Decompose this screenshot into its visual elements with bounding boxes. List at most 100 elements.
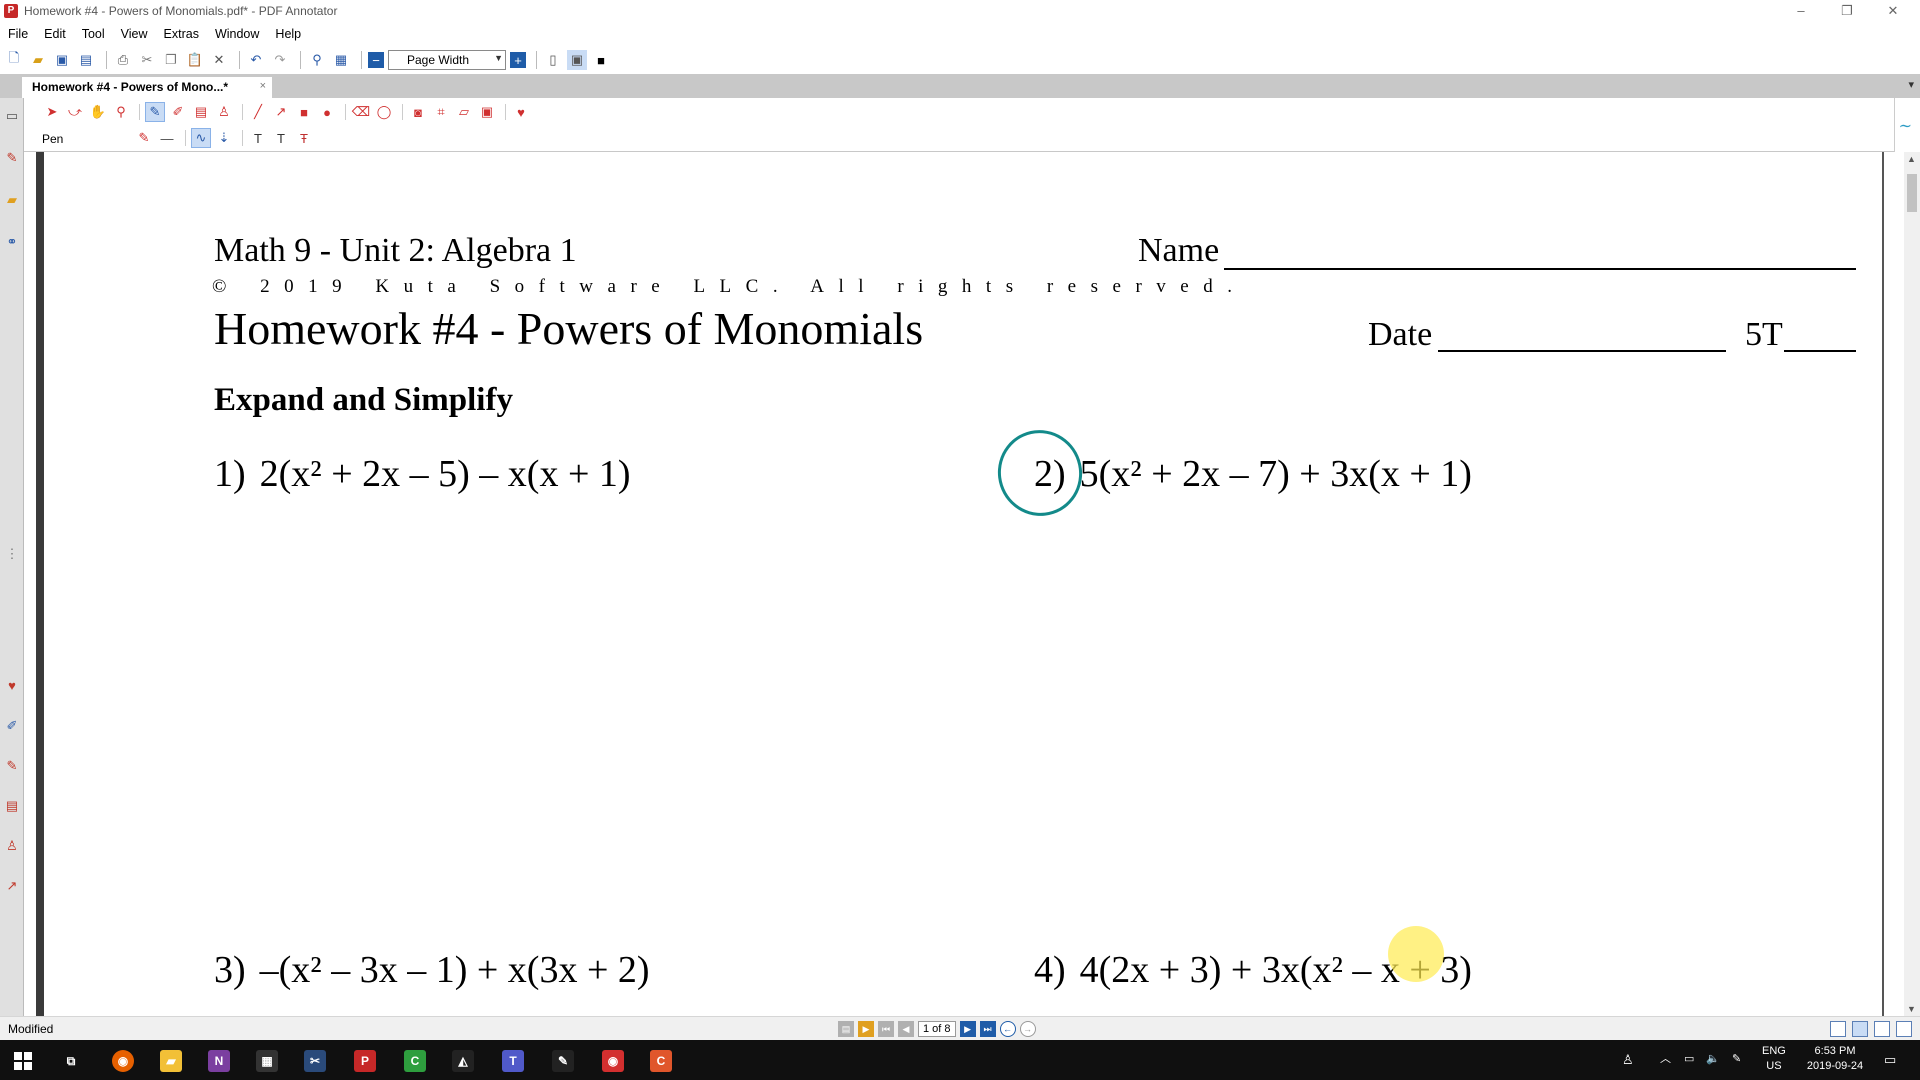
rectangle-icon[interactable]: ■	[294, 102, 314, 122]
menu-extras[interactable]: Extras	[156, 27, 207, 41]
text-insert-icon[interactable]: T	[271, 128, 291, 148]
first-page-icon[interactable]: ⏮	[878, 1021, 894, 1037]
pen-tool-icon[interactable]: ✐	[4, 718, 20, 734]
recent-view-icon[interactable]: ▤	[838, 1021, 854, 1037]
show-hidden-icons[interactable]: ︿	[1660, 1052, 1671, 1067]
annotation-nav-icon[interactable]: ▶	[858, 1021, 874, 1037]
menu-edit[interactable]: Edit	[36, 27, 74, 41]
snipping-tool-icon[interactable]: ✂	[304, 1050, 326, 1072]
teams-icon[interactable]: T	[502, 1050, 524, 1072]
pdf-annotator-taskbar-icon[interactable]: P	[354, 1050, 376, 1072]
fullscreen-icon[interactable]: ■	[591, 50, 611, 70]
new-document-icon[interactable]: 🗋	[4, 50, 24, 70]
lasso-icon[interactable]: ◯	[374, 102, 394, 122]
camtasia-icon[interactable]: C	[404, 1050, 426, 1072]
find-icon[interactable]: ⚲	[307, 50, 327, 70]
single-page-icon[interactable]: ▯	[543, 50, 563, 70]
single-page-view-icon[interactable]	[1830, 1021, 1846, 1037]
delete-icon[interactable]: ✕	[209, 50, 229, 70]
open-folder-icon[interactable]: ▰	[28, 50, 48, 70]
snapshot-icon[interactable]: ◙	[408, 102, 428, 122]
file-explorer-icon[interactable]: ▰	[160, 1050, 182, 1072]
last-page-icon[interactable]: ⏭	[979, 1021, 996, 1037]
pen-workspace-icon[interactable]: ✎	[1732, 1052, 1741, 1067]
smooth-line-icon[interactable]: ∿	[191, 128, 211, 148]
next-page-icon[interactable]: ▶	[959, 1021, 976, 1037]
crop-icon[interactable]: ⌗	[431, 102, 451, 122]
text-strikeout-icon[interactable]: Ŧ	[294, 128, 314, 148]
zoom-select[interactable]: Page Width ▼	[388, 50, 506, 70]
redo-icon[interactable]: ↷	[270, 50, 290, 70]
properties-icon[interactable]: ▦	[331, 50, 351, 70]
notifications-icon[interactable]: ▭	[1884, 1052, 1896, 1067]
arrow-icon[interactable]: ↗	[271, 102, 291, 122]
photos-icon[interactable]: ◭	[452, 1050, 474, 1072]
select-icon[interactable]: ➤	[42, 102, 62, 122]
page-indicator[interactable]: 1 of 8	[918, 1021, 956, 1037]
previous-page-icon[interactable]: ◀	[898, 1021, 914, 1037]
ellipse-icon[interactable]: ●	[317, 102, 337, 122]
minimize-button[interactable]: –	[1778, 0, 1824, 22]
continuous-view-icon[interactable]	[1852, 1021, 1868, 1037]
line-icon[interactable]: ╱	[248, 102, 268, 122]
stamp-icon[interactable]: ♙	[214, 102, 234, 122]
text-box-icon[interactable]: ▤	[191, 102, 211, 122]
scroll-thumb[interactable]	[1907, 174, 1917, 212]
favorites-heart-icon[interactable]: ♥	[4, 678, 20, 694]
scroll-down-icon[interactable]: ▼	[1907, 1004, 1916, 1014]
fit-page-icon[interactable]: ▣	[567, 50, 587, 70]
whiteboard-icon[interactable]: ✎	[552, 1050, 574, 1072]
network-icon[interactable]: ▭	[1684, 1052, 1694, 1067]
arrow-tool-icon[interactable]: ↗	[4, 878, 20, 894]
select-text-icon[interactable]: ⤻	[65, 102, 85, 122]
save-icon[interactable]: ▣	[52, 50, 72, 70]
close-button[interactable]: ✕	[1870, 0, 1916, 22]
windows-start-icon[interactable]	[14, 1052, 32, 1070]
vertical-scrollbar[interactable]: ▲ ▼	[1904, 152, 1920, 1016]
ruler-icon[interactable]: ▱	[454, 102, 474, 122]
favorites-icon[interactable]: ♥	[511, 102, 531, 122]
calculator-icon[interactable]: ▦	[256, 1050, 278, 1072]
zoom-icon[interactable]: ⚲	[111, 102, 131, 122]
screen-recorder-icon[interactable]: ◉	[602, 1050, 624, 1072]
copy-icon[interactable]: ❐	[161, 50, 181, 70]
panel-grip-icon[interactable]: ⋮	[4, 546, 20, 562]
person-icon[interactable]: ♙	[1622, 1052, 1634, 1067]
two-page-view-icon[interactable]	[1874, 1021, 1890, 1037]
hand-icon[interactable]: ✋	[88, 102, 108, 122]
menu-help[interactable]: Help	[267, 27, 309, 41]
paste-icon[interactable]: 📋	[185, 50, 205, 70]
firefox-icon[interactable]: ◉	[112, 1050, 134, 1072]
scroll-up-icon[interactable]: ▲	[1907, 154, 1916, 164]
folder-icon[interactable]: ▰	[4, 192, 20, 208]
undo-icon[interactable]: ↶	[246, 50, 266, 70]
clock[interactable]: 6:53 PM 2019-09-24	[1800, 1044, 1870, 1074]
pen-icon[interactable]: ✎	[145, 102, 165, 122]
text-underline-icon[interactable]: T	[248, 128, 268, 148]
pen-color-icon[interactable]: ✎	[134, 128, 154, 148]
attachment-icon[interactable]: ⚭	[4, 234, 20, 250]
stamp-tool-icon[interactable]: ♙	[4, 838, 20, 854]
text-box-tool-icon[interactable]: ▤	[4, 798, 20, 814]
language-indicator[interactable]: ENG US	[1762, 1044, 1786, 1074]
task-view-icon[interactable]: ⧉	[60, 1050, 82, 1072]
cut-icon[interactable]: ✂	[137, 50, 157, 70]
zoom-in-icon[interactable]: +	[510, 52, 526, 68]
pressure-icon[interactable]: ⇣	[214, 128, 234, 148]
back-icon[interactable]: ←	[999, 1021, 1016, 1037]
highlighter-icon[interactable]: ✐	[168, 102, 188, 122]
two-page-continuous-icon[interactable]	[1896, 1021, 1912, 1037]
save-as-icon[interactable]: ▤	[76, 50, 96, 70]
menu-window[interactable]: Window	[207, 27, 267, 41]
volume-icon[interactable]: 🔈	[1706, 1052, 1720, 1067]
tab-homework-4[interactable]: Homework #4 - Powers of Mono...* ×	[22, 77, 272, 98]
menu-view[interactable]: View	[113, 27, 156, 41]
onenote-icon[interactable]: N	[208, 1050, 230, 1072]
tab-list-icon[interactable]: ▾	[1908, 78, 1914, 91]
camtasia-recorder-icon[interactable]: C	[650, 1050, 672, 1072]
line-style-icon[interactable]: —	[157, 128, 177, 148]
eraser-icon[interactable]: ⌫	[351, 102, 371, 122]
forward-icon[interactable]: →	[1019, 1021, 1036, 1037]
restore-button[interactable]: ❐	[1824, 0, 1870, 22]
pen-bookmark-icon[interactable]: ✎	[4, 150, 20, 166]
